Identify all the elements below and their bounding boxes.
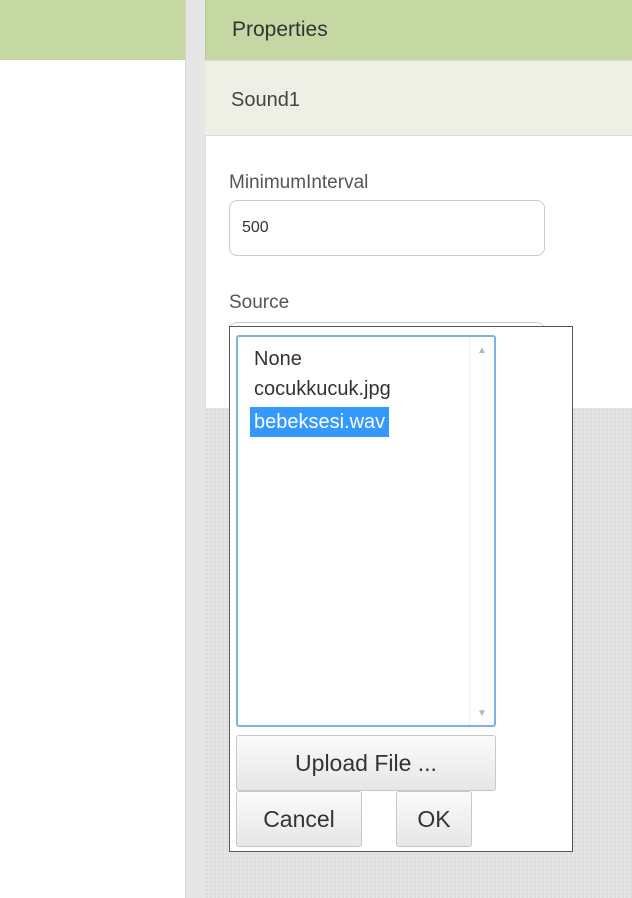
properties-title: Properties: [232, 18, 328, 41]
scroll-down-arrow-icon[interactable]: ▼: [477, 708, 487, 719]
ok-button[interactable]: OK: [396, 791, 472, 847]
left-panel-header: [0, 0, 185, 60]
list-item-bebeksesi-selected[interactable]: bebeksesi.wav: [250, 407, 390, 437]
upload-file-button[interactable]: Upload File ...: [236, 735, 496, 791]
component-name: Sound1: [231, 89, 300, 111]
component-name-bar: Sound1: [205, 60, 632, 136]
list-item-cocukkucuk[interactable]: cocukkucuk.jpg: [250, 377, 395, 407]
minimum-interval-input[interactable]: [229, 200, 545, 256]
list-scrollbar[interactable]: ▲ ▼: [469, 337, 494, 725]
file-list[interactable]: None cocukkucuk.jpg bebeksesi.wav ▲ ▼: [236, 335, 496, 727]
properties-header: Properties: [205, 0, 632, 60]
panel-divider[interactable]: [185, 0, 205, 898]
cancel-button[interactable]: Cancel: [236, 791, 362, 847]
list-item-none[interactable]: None: [250, 347, 395, 377]
minimum-interval-label: MinimumInterval: [229, 172, 369, 193]
scroll-up-arrow-icon[interactable]: ▲: [477, 345, 487, 356]
left-panel: [0, 60, 185, 898]
source-picker-popup: None cocukkucuk.jpg bebeksesi.wav ▲ ▼ Up…: [229, 326, 573, 852]
source-label: Source: [229, 292, 290, 313]
